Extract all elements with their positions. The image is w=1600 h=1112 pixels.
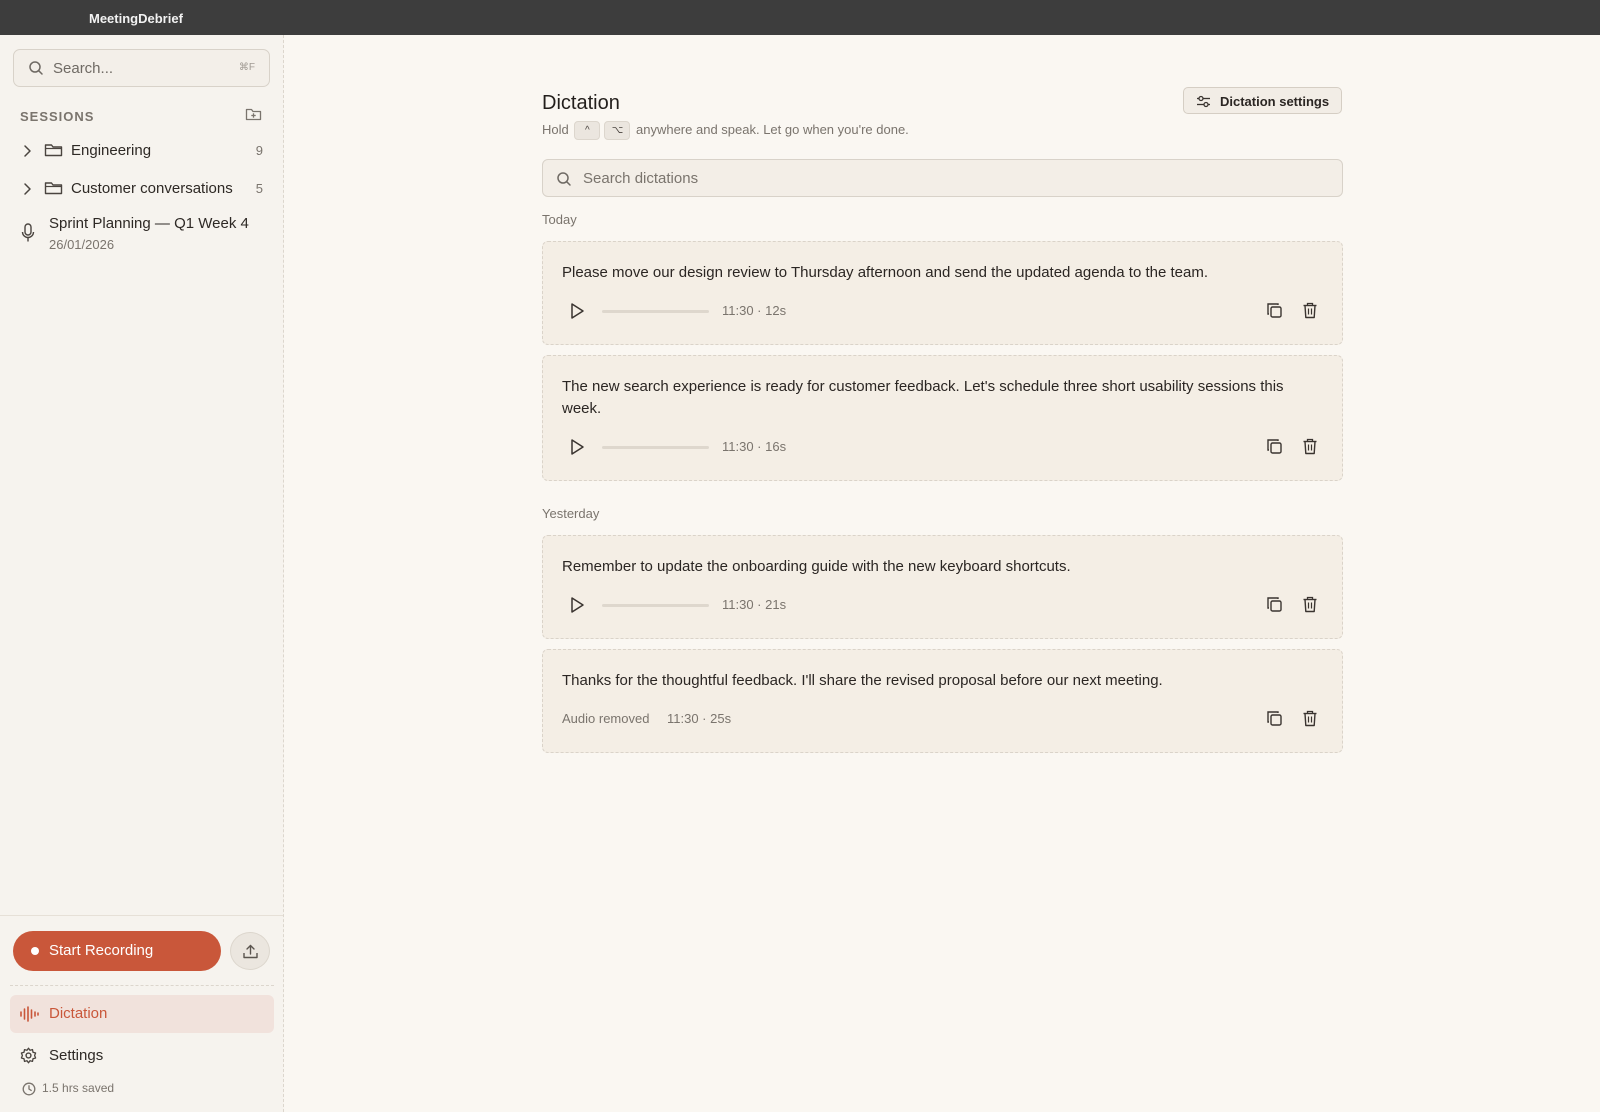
page-subtitle: Hold ^ ⌥ anywhere and speak. Let go when … bbox=[542, 121, 909, 140]
dictation-meta: 11:30 · 12s bbox=[722, 303, 787, 318]
search-dictations-placeholder: Search dictations bbox=[583, 170, 699, 187]
dictation-card: Thanks for the thoughtful feedback. I'll… bbox=[542, 649, 1343, 753]
nav-item-settings[interactable]: Settings bbox=[10, 1038, 274, 1074]
start-recording-label: Start Recording bbox=[49, 942, 154, 959]
folder-icon bbox=[44, 182, 63, 195]
dictation-text[interactable]: The new search experience is ready for c… bbox=[562, 376, 1322, 420]
gear-icon bbox=[20, 1047, 37, 1064]
dictation-meta: 11:30 · 25s bbox=[667, 711, 732, 726]
app-title: MeetingDebrief bbox=[89, 11, 183, 26]
trash-icon[interactable] bbox=[1302, 438, 1318, 455]
microphone-icon bbox=[21, 223, 35, 242]
copy-icon[interactable] bbox=[1266, 710, 1283, 727]
upload-button[interactable] bbox=[230, 932, 270, 970]
trash-icon[interactable] bbox=[1302, 596, 1318, 613]
folder-label: Customer conversations bbox=[71, 180, 233, 197]
dictation-card: Please move our design review to Thursda… bbox=[542, 241, 1343, 345]
nav-item-label: Settings bbox=[49, 1047, 104, 1064]
play-icon[interactable] bbox=[569, 302, 585, 320]
dictation-meta: 11:30 · 21s bbox=[722, 597, 787, 612]
chevron-right-icon bbox=[24, 183, 31, 195]
sidebar-divider bbox=[10, 985, 274, 986]
record-dot-icon bbox=[31, 947, 39, 955]
copy-icon[interactable] bbox=[1266, 596, 1283, 613]
trash-icon[interactable] bbox=[1302, 710, 1318, 727]
sliders-icon bbox=[1197, 95, 1210, 108]
dictation-card: The new search experience is ready for c… bbox=[542, 355, 1343, 481]
sidebar-session-item[interactable]: Sprint Planning — Q1 Week 4 26/01/2026 bbox=[20, 213, 270, 257]
search-dictations-input[interactable]: Search dictations bbox=[542, 159, 1343, 197]
sidebar-search-input[interactable]: Search... ⌘F bbox=[13, 49, 270, 87]
sidebar: Search... ⌘F SESSIONS Engineering 9 Cust… bbox=[0, 35, 284, 1112]
nav-item-label: Dictation bbox=[49, 1005, 108, 1022]
sessions-header: SESSIONS bbox=[20, 109, 95, 124]
search-shortcut-hint: ⌘F bbox=[238, 62, 255, 73]
clock-icon bbox=[22, 1082, 36, 1096]
play-icon[interactable] bbox=[569, 438, 585, 456]
time-saved-label: 1.5 hrs saved bbox=[42, 1081, 115, 1095]
folder-icon bbox=[44, 144, 63, 157]
group-label-today: Today bbox=[542, 212, 577, 227]
page-title: Dictation bbox=[542, 92, 620, 114]
title-bar: MeetingDebrief bbox=[0, 0, 1600, 35]
copy-icon[interactable] bbox=[1266, 438, 1283, 455]
dictation-text[interactable]: Thanks for the thoughtful feedback. I'll… bbox=[562, 670, 1322, 692]
kbd-option-key: ⌥ bbox=[604, 121, 631, 140]
sidebar-search-placeholder: Search... bbox=[53, 60, 114, 77]
audio-progress-track[interactable] bbox=[602, 604, 709, 607]
start-recording-button[interactable]: Start Recording bbox=[13, 931, 221, 971]
subtitle-prefix: Hold bbox=[542, 121, 569, 137]
copy-icon[interactable] bbox=[1266, 302, 1283, 319]
audio-removed-label: Audio removed bbox=[562, 711, 650, 726]
main-content: Dictation Hold ^ ⌥ anywhere and speak. Le… bbox=[284, 35, 1600, 1112]
folder-count: 9 bbox=[255, 143, 263, 158]
sidebar-folder-engineering[interactable]: Engineering 9 bbox=[20, 137, 268, 165]
trash-icon[interactable] bbox=[1302, 302, 1318, 319]
nav-item-dictation[interactable]: Dictation bbox=[10, 995, 274, 1033]
audio-progress-track[interactable] bbox=[602, 446, 709, 449]
dictation-text[interactable]: Remember to update the onboarding guide … bbox=[562, 556, 1322, 578]
session-date: 26/01/2026 bbox=[49, 237, 115, 252]
dictation-text[interactable]: Please move our design review to Thursda… bbox=[562, 262, 1322, 284]
sidebar-folder-customer-conversations[interactable]: Customer conversations 5 bbox=[20, 175, 268, 203]
folder-label: Engineering bbox=[71, 142, 152, 159]
chevron-right-icon bbox=[24, 145, 31, 157]
dictation-settings-button[interactable]: Dictation settings bbox=[1183, 87, 1342, 114]
group-label-yesterday: Yesterday bbox=[542, 506, 600, 521]
waveform-icon bbox=[20, 1006, 39, 1022]
session-title: Sprint Planning — Q1 Week 4 bbox=[49, 215, 249, 232]
folder-count: 5 bbox=[255, 181, 263, 196]
play-icon[interactable] bbox=[569, 596, 585, 614]
upload-icon bbox=[243, 944, 258, 959]
kbd-control-key: ^ bbox=[574, 121, 601, 140]
search-icon bbox=[29, 61, 43, 75]
new-folder-icon[interactable] bbox=[245, 107, 262, 122]
dictation-settings-label: Dictation settings bbox=[1220, 94, 1330, 109]
subtitle-suffix: anywhere and speak. Let go when you're d… bbox=[636, 121, 909, 137]
sidebar-divider bbox=[0, 915, 283, 916]
audio-progress-track[interactable] bbox=[602, 310, 709, 313]
search-icon bbox=[557, 172, 571, 186]
dictation-card: Remember to update the onboarding guide … bbox=[542, 535, 1343, 639]
dictation-meta: 11:30 · 16s bbox=[722, 439, 787, 454]
